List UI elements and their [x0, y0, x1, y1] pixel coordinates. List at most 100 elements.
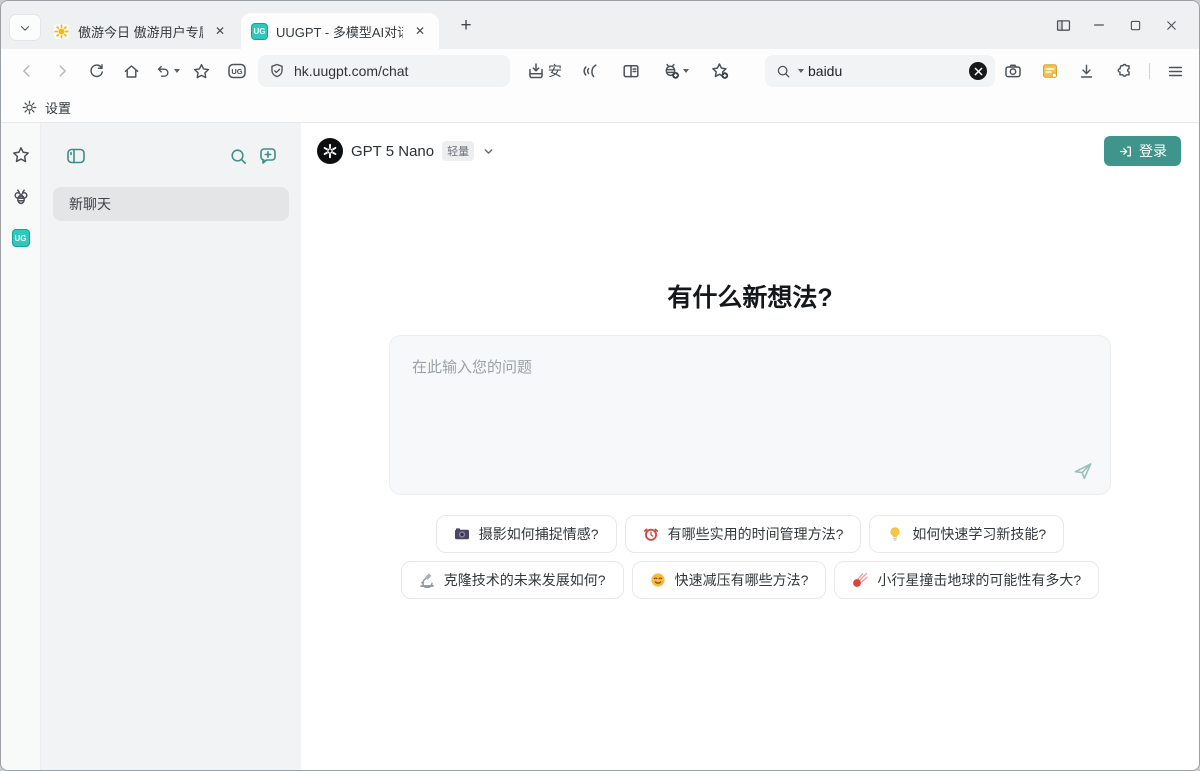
- window-controls: [1045, 1, 1189, 49]
- puzzle-icon: [1114, 62, 1133, 81]
- ug-favicon: UG: [251, 23, 268, 40]
- suggestion-label: 小行星撞击地球的可能性有多大?: [877, 570, 1081, 590]
- bookmark-label: 设置: [45, 98, 71, 117]
- reader-mode-button[interactable]: [613, 54, 648, 88]
- tab-uugpt[interactable]: UG UUGPT - 多模型AI对话 ✕: [241, 13, 439, 49]
- tab-close-icon[interactable]: ✕: [411, 22, 429, 40]
- side-rail: UG: [1, 123, 41, 771]
- rail-favorites-button[interactable]: [11, 145, 31, 165]
- suggestion-label: 快速减压有哪些方法?: [675, 570, 809, 590]
- tab-maxthon-today[interactable]: 傲游今日 傲游用户专属 ✕: [43, 13, 239, 49]
- suggestion-chip[interactable]: 克隆技术的未来发展如何?: [401, 561, 624, 599]
- star-icon: [192, 62, 211, 81]
- clear-search-button[interactable]: [969, 62, 987, 80]
- maximize-button[interactable]: [1117, 10, 1153, 40]
- new-tab-button[interactable]: +: [453, 13, 479, 39]
- notes-button[interactable]: [1032, 54, 1067, 88]
- undo-button[interactable]: [149, 54, 184, 88]
- search-engine-caret[interactable]: [798, 69, 804, 73]
- split-screen-button[interactable]: [1045, 10, 1081, 40]
- sun-icon: [53, 23, 70, 40]
- model-chevron-down-icon: [482, 145, 495, 158]
- message-input[interactable]: [390, 336, 1110, 448]
- login-label: 登录: [1139, 141, 1167, 161]
- suggestion-label: 如何快速学习新技能?: [912, 524, 1046, 544]
- minimize-button[interactable]: [1081, 10, 1117, 40]
- alarm-clock-icon: [643, 526, 659, 542]
- favorites-star-icon: [11, 145, 31, 165]
- chat-sidebar-header: [53, 141, 289, 171]
- suggestion-label: 有哪些实用的时间管理方法?: [668, 524, 844, 544]
- search-box[interactable]: [765, 55, 995, 87]
- suggestion-chip[interactable]: 有哪些实用的时间管理方法?: [625, 515, 862, 553]
- reader-mode-icon: [621, 61, 641, 81]
- search-chats-button[interactable]: [223, 141, 253, 171]
- suggestion-chip[interactable]: 摄影如何捕捉情感?: [436, 515, 617, 553]
- suggestion-label: 克隆技术的未来发展如何?: [444, 570, 606, 590]
- extensions-button[interactable]: [1106, 54, 1141, 88]
- url-text: hk.uugpt.com/chat: [294, 63, 408, 79]
- suggestion-chip[interactable]: 小行星撞击地球的可能性有多大?: [834, 561, 1099, 599]
- new-chat-icon: [257, 145, 279, 167]
- read-aloud-icon: [580, 61, 600, 81]
- back-icon: [18, 62, 36, 80]
- reload-button[interactable]: [79, 54, 114, 88]
- chat-main: GPT 5 Nano 轻量 登录 有什么新想法?: [301, 123, 1199, 771]
- openai-logo-icon: [317, 138, 343, 164]
- undo-dropdown-caret: [174, 69, 180, 73]
- tab-list-dropdown-button[interactable]: [10, 15, 40, 40]
- rail-ug-site-button[interactable]: UG: [12, 229, 30, 247]
- reload-icon: [87, 62, 106, 81]
- toggle-sidebar-button[interactable]: [61, 141, 91, 171]
- back-button[interactable]: [9, 54, 44, 88]
- forward-button[interactable]: [44, 54, 79, 88]
- content-area: UG: [1, 123, 1199, 771]
- collect-bee-button[interactable]: [654, 54, 696, 88]
- model-selector[interactable]: GPT 5 Nano 轻量: [317, 138, 495, 164]
- favorites-star-button[interactable]: [184, 54, 219, 88]
- save-page-button[interactable]: 安: [522, 61, 566, 81]
- address-bar[interactable]: hk.uugpt.com/chat: [258, 55, 510, 87]
- downloads-button[interactable]: [1069, 54, 1104, 88]
- suggestion-chip[interactable]: 快速减压有哪些方法?: [632, 561, 827, 599]
- model-name: GPT 5 Nano: [351, 143, 434, 160]
- search-input[interactable]: [808, 63, 965, 79]
- search-icon: [775, 63, 792, 80]
- save-page-icon: [526, 61, 546, 81]
- browser-window: 傲游今日 傲游用户专属 ✕ UG UUGPT - 多模型AI对话 ✕ +: [0, 0, 1200, 771]
- paper-plane-icon: [1072, 460, 1094, 482]
- add-favorite-star-icon: [710, 61, 730, 81]
- message-input-panel: [389, 335, 1111, 495]
- collect-bee-icon: [661, 61, 681, 81]
- suggestion-label: 摄影如何捕捉情感?: [479, 524, 599, 544]
- ug-frame-icon: UG: [226, 60, 248, 82]
- suggestion-chips: 摄影如何捕捉情感? 有哪些实用的时间管理方法?: [371, 515, 1129, 599]
- close-window-button[interactable]: [1153, 10, 1189, 40]
- tab-close-icon[interactable]: ✕: [211, 22, 229, 40]
- suggestion-chip[interactable]: 如何快速学习新技能?: [869, 515, 1064, 553]
- search-chats-icon: [228, 146, 249, 167]
- relieved-face-icon: [650, 572, 666, 588]
- model-badge: 轻量: [442, 141, 474, 161]
- read-aloud-button[interactable]: [572, 54, 607, 88]
- comet-icon: [852, 572, 868, 588]
- light-bulb-icon: [887, 526, 903, 542]
- bookmark-settings[interactable]: 设置: [15, 95, 77, 120]
- main-menu-button[interactable]: [1158, 54, 1193, 88]
- rail-maxnote-button[interactable]: [11, 187, 31, 207]
- clear-icon: [974, 67, 983, 76]
- toggle-sidebar-icon: [65, 145, 87, 167]
- add-favorite-button[interactable]: [702, 54, 737, 88]
- chat-list-item-new-chat[interactable]: 新聊天: [53, 187, 289, 221]
- screenshot-camera-button[interactable]: [995, 54, 1030, 88]
- split-screen-icon: [1055, 17, 1072, 34]
- login-button[interactable]: 登录: [1104, 136, 1181, 166]
- gear-icon: [21, 99, 38, 116]
- send-button[interactable]: [1072, 460, 1094, 482]
- chat-item-label: 新聊天: [69, 194, 111, 214]
- ug-frame-button[interactable]: UG: [219, 54, 254, 88]
- page-tools: 安: [522, 54, 737, 88]
- camera-icon: [454, 526, 470, 542]
- new-chat-button[interactable]: [253, 141, 283, 171]
- home-button[interactable]: [114, 54, 149, 88]
